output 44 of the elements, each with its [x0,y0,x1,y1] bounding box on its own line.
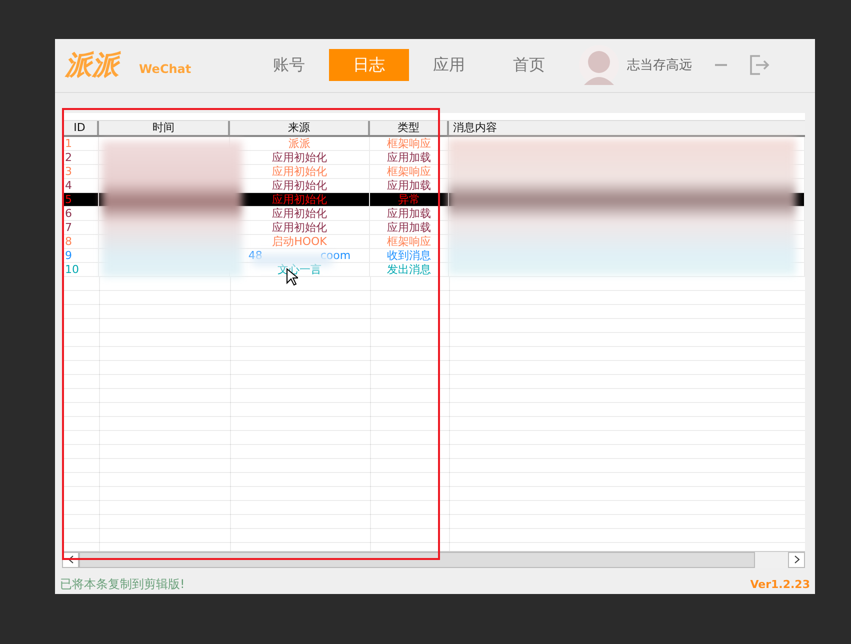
table-cell: 发出消息 [387,262,431,276]
table-cell: 2 [62,150,99,164]
table-cell: 5 [62,192,99,206]
table-cell: 应用初始化 [272,164,327,178]
app-logo: 派派 [65,49,119,84]
app-subtitle: WeChat [139,62,192,76]
table-cell: 10 [62,262,99,276]
scroll-right-icon[interactable] [788,552,805,568]
version-label: Ver1.2.23 [750,578,810,592]
table-cell: 应用加载 [387,178,431,192]
table-cell: 收到消息 [387,248,431,262]
table-cell: 应用初始化 [272,206,327,220]
user-name: 志当存高远 [627,57,692,74]
table-cell: 应用初始化 [272,192,327,206]
table-cell: 派派 [288,136,310,150]
table-cell: 8 [62,234,99,248]
scrollbar-thumb[interactable] [79,552,755,568]
nav-tab[interactable]: 首页 [489,49,570,82]
status-message: 已将本条复制到剪辑版! [60,576,185,594]
table-cell: 4 [62,178,99,192]
table-cell: 应用加载 [387,150,431,164]
table-cell: 应用加载 [387,206,431,220]
column-header[interactable]: ID [62,120,99,135]
table-cell: 框架响应 [387,136,431,150]
table-cell: 7 [62,220,99,234]
column-header[interactable]: 消息内容 [449,120,805,135]
table-cell: 3 [62,164,99,178]
table-cell: coom [320,248,351,262]
column-header[interactable]: 类型 [370,120,449,135]
table-cell: 9 [62,248,99,262]
nav-tab[interactable]: 账号 [249,49,330,82]
table-cell: 框架响应 [387,164,431,178]
table-cell: 异常 [398,192,420,206]
logout-icon[interactable] [748,54,770,76]
column-header[interactable]: 来源 [230,120,370,135]
table-cell: 框架响应 [387,234,431,248]
column-header[interactable]: 时间 [99,120,230,135]
table-cell: 应用初始化 [272,150,327,164]
table-cell: 应用初始化 [272,220,327,234]
table-cell: 48 [248,248,262,262]
table-cell: 应用加载 [387,220,431,234]
table-cell: 启动HOOK [272,234,327,248]
nav-tab[interactable]: 应用 [409,49,490,82]
table-cell: 应用初始化 [272,178,327,192]
